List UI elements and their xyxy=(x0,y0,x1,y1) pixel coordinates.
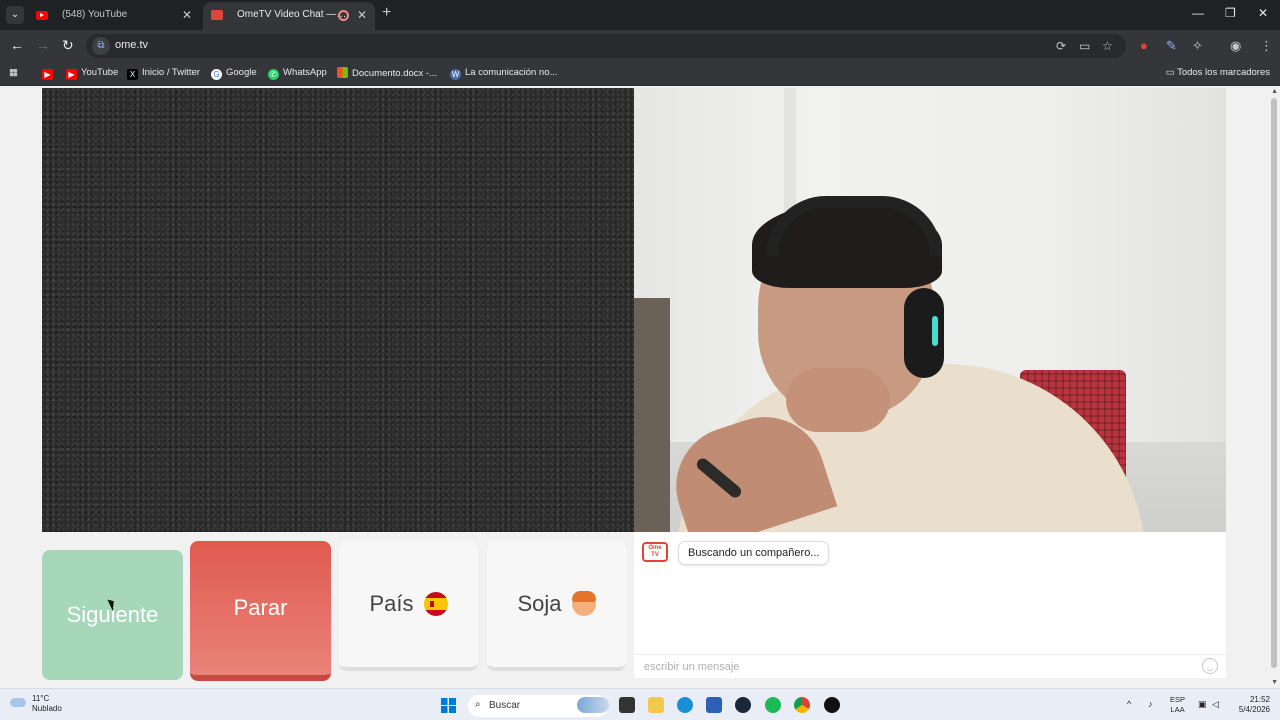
app-notification-icon[interactable] xyxy=(824,697,840,713)
whatsapp-icon: ✆ xyxy=(268,69,279,80)
steam-icon[interactable] xyxy=(735,697,751,713)
all-bookmarks[interactable]: ▭ Todos los marcadores xyxy=(1166,67,1270,78)
emoji-icon[interactable] xyxy=(1202,658,1218,674)
search-highlight-icon[interactable] xyxy=(577,697,609,713)
apps-grid-icon[interactable]: ▦ xyxy=(9,67,18,78)
recording-icon xyxy=(338,10,349,21)
forward-arrow-icon[interactable]: → xyxy=(36,37,50,53)
ometv-page: Siguiente Parar País Soja Ome TV Buscand… xyxy=(0,86,1280,688)
stop-button[interactable]: Parar xyxy=(190,541,331,681)
url-text: ome.tv xyxy=(115,39,149,51)
scroll-up-arrow-icon[interactable]: ▲ xyxy=(1271,88,1278,95)
country-label: País xyxy=(369,591,414,616)
cast-icon[interactable]: ▭ xyxy=(1079,39,1090,53)
folder-icon: ▭ xyxy=(1165,67,1178,78)
spotify-icon[interactable] xyxy=(765,697,781,713)
partner-video xyxy=(42,88,634,532)
close-window-button[interactable]: ✕ xyxy=(1258,6,1268,20)
tab-ometv[interactable]: OmeTV Video Chat — Altern ✕ xyxy=(203,2,375,30)
bookmarks-bar: ▦ ▶ ▶ YouTube X Inicio / Twitter G Google ✆… xyxy=(0,62,1280,86)
minimize-button[interactable]: — xyxy=(1192,6,1204,20)
translate-icon[interactable]: ⟳ xyxy=(1056,39,1066,53)
search-icon: ⌕ xyxy=(475,699,481,710)
tab-title: OmeTV Video Chat — Altern xyxy=(237,9,347,20)
tab-youtube[interactable]: (548) YouTube ✕ xyxy=(28,2,200,30)
chat-panel: Ome TV Buscando un compañero... xyxy=(634,532,1226,678)
extensions-puzzle-icon[interactable]: ✧ xyxy=(1192,38,1203,54)
next-button[interactable]: Siguiente xyxy=(42,550,183,680)
tray-chevron-up-icon[interactable]: ^ xyxy=(1127,699,1131,709)
bookmark-whatsapp[interactable]: ✆ WhatsApp xyxy=(268,67,327,80)
windows-taskbar: 11°C Nublado ⌕ Buscar ^ ♪ ESP LAA ▣ ◁ 21… xyxy=(0,688,1280,720)
reload-icon[interactable]: ↻ xyxy=(62,37,74,54)
bookmark-twitter[interactable]: X Inicio / Twitter xyxy=(127,67,200,80)
network-icon[interactable]: ▣ xyxy=(1198,699,1207,710)
tab-close-icon[interactable]: ✕ xyxy=(182,2,192,28)
tab-strip: ⌄ (548) YouTube ✕ OmeTV Video Chat — Alt… xyxy=(0,0,1280,30)
profile-avatar-icon[interactable]: ◉ xyxy=(1230,38,1241,54)
temperature: 11°C xyxy=(32,694,50,703)
page-scrollbar[interactable]: ▲ ▼ xyxy=(1268,86,1280,688)
file-explorer-icon[interactable] xyxy=(648,697,664,713)
youtube-icon: ▶ xyxy=(42,69,53,80)
bookmark-youtube-shortcut[interactable]: ▶ xyxy=(42,67,57,80)
stop-label: Parar xyxy=(233,595,288,620)
ometv-icon xyxy=(211,10,223,20)
menu-kebab-icon[interactable]: ⋮ xyxy=(1260,38,1273,54)
bookmark-star-icon[interactable]: ☆ xyxy=(1102,39,1113,53)
terminal-icon[interactable] xyxy=(619,697,635,713)
microsoft-icon xyxy=(337,67,348,78)
person-hand xyxy=(786,368,890,432)
windows-start-icon[interactable] xyxy=(441,698,456,713)
extension-icon[interactable]: ● xyxy=(1140,38,1148,53)
boy-face-icon xyxy=(571,591,596,616)
headphones-band xyxy=(766,196,942,256)
gender-filter-button[interactable]: Soja xyxy=(487,541,626,671)
store-icon[interactable] xyxy=(706,697,722,713)
tab-search-button[interactable]: ⌄ xyxy=(6,6,24,24)
clock-date: 5/4/2026 xyxy=(1238,705,1270,714)
edge-icon[interactable] xyxy=(677,697,693,713)
chrome-icon[interactable] xyxy=(794,697,810,713)
search-label: Buscar xyxy=(489,700,521,711)
status-message: Buscando un compañero... xyxy=(679,542,829,564)
self-video xyxy=(634,88,1226,532)
site-info-icon[interactable]: ⧉ xyxy=(92,37,110,55)
spain-flag-icon xyxy=(423,592,448,616)
country-filter-button[interactable]: País xyxy=(339,541,478,671)
youtube-icon xyxy=(36,11,48,20)
tab-title: (548) YouTube xyxy=(62,9,128,20)
bookmark-comunicacion[interactable]: W La comunicación no... xyxy=(450,67,557,80)
gender-label: Soja xyxy=(517,591,562,616)
new-tab-button[interactable]: + xyxy=(382,4,391,22)
chat-message-input[interactable] xyxy=(634,654,1226,678)
google-icon: G xyxy=(211,69,222,80)
browser-toolbar: ← → ↻ ⧉ ome.tv ⟳ ▭ ☆ ● ✎ ✧ ◉ ⋮ xyxy=(0,30,1280,62)
maximize-button[interactable]: ❐ xyxy=(1225,6,1236,20)
language-code: ESP xyxy=(1170,695,1186,704)
taskbar-clock[interactable]: 21:52 5/4/2026 xyxy=(1228,695,1270,715)
ometv-logo: Ome TV xyxy=(642,542,668,562)
x-icon: X xyxy=(127,69,138,80)
scroll-down-arrow-icon[interactable]: ▼ xyxy=(1271,679,1278,686)
bookmark-google[interactable]: G Google xyxy=(211,67,257,80)
weather-widget[interactable]: 11°C Nublado xyxy=(10,694,62,714)
clock-time: 21:52 xyxy=(1249,695,1270,704)
volume-icon[interactable]: ◁ xyxy=(1212,699,1219,710)
headphones-earcup xyxy=(904,288,944,378)
extension-pen-icon[interactable]: ✎ xyxy=(1166,38,1177,54)
wooden-shelf xyxy=(634,298,670,532)
tab-close-icon[interactable]: ✕ xyxy=(357,2,367,28)
language-indicator[interactable]: ESP LAA xyxy=(1170,695,1185,715)
wordpress-icon: W xyxy=(450,69,461,80)
back-arrow-icon[interactable]: ← xyxy=(10,37,24,53)
bookmark-youtube[interactable]: ▶ YouTube xyxy=(66,67,118,80)
youtube-icon: ▶ xyxy=(66,69,77,80)
weather-condition: Nublado xyxy=(32,704,62,713)
bookmark-documento[interactable]: Documento.docx -... xyxy=(337,67,437,79)
address-bar[interactable]: ⧉ ome.tv ⟳ ▭ ☆ xyxy=(86,34,1126,58)
keyboard-layout: LAA xyxy=(1170,705,1185,714)
scrollbar-thumb[interactable] xyxy=(1271,98,1277,668)
microphone-icon[interactable]: ♪ xyxy=(1148,699,1153,709)
